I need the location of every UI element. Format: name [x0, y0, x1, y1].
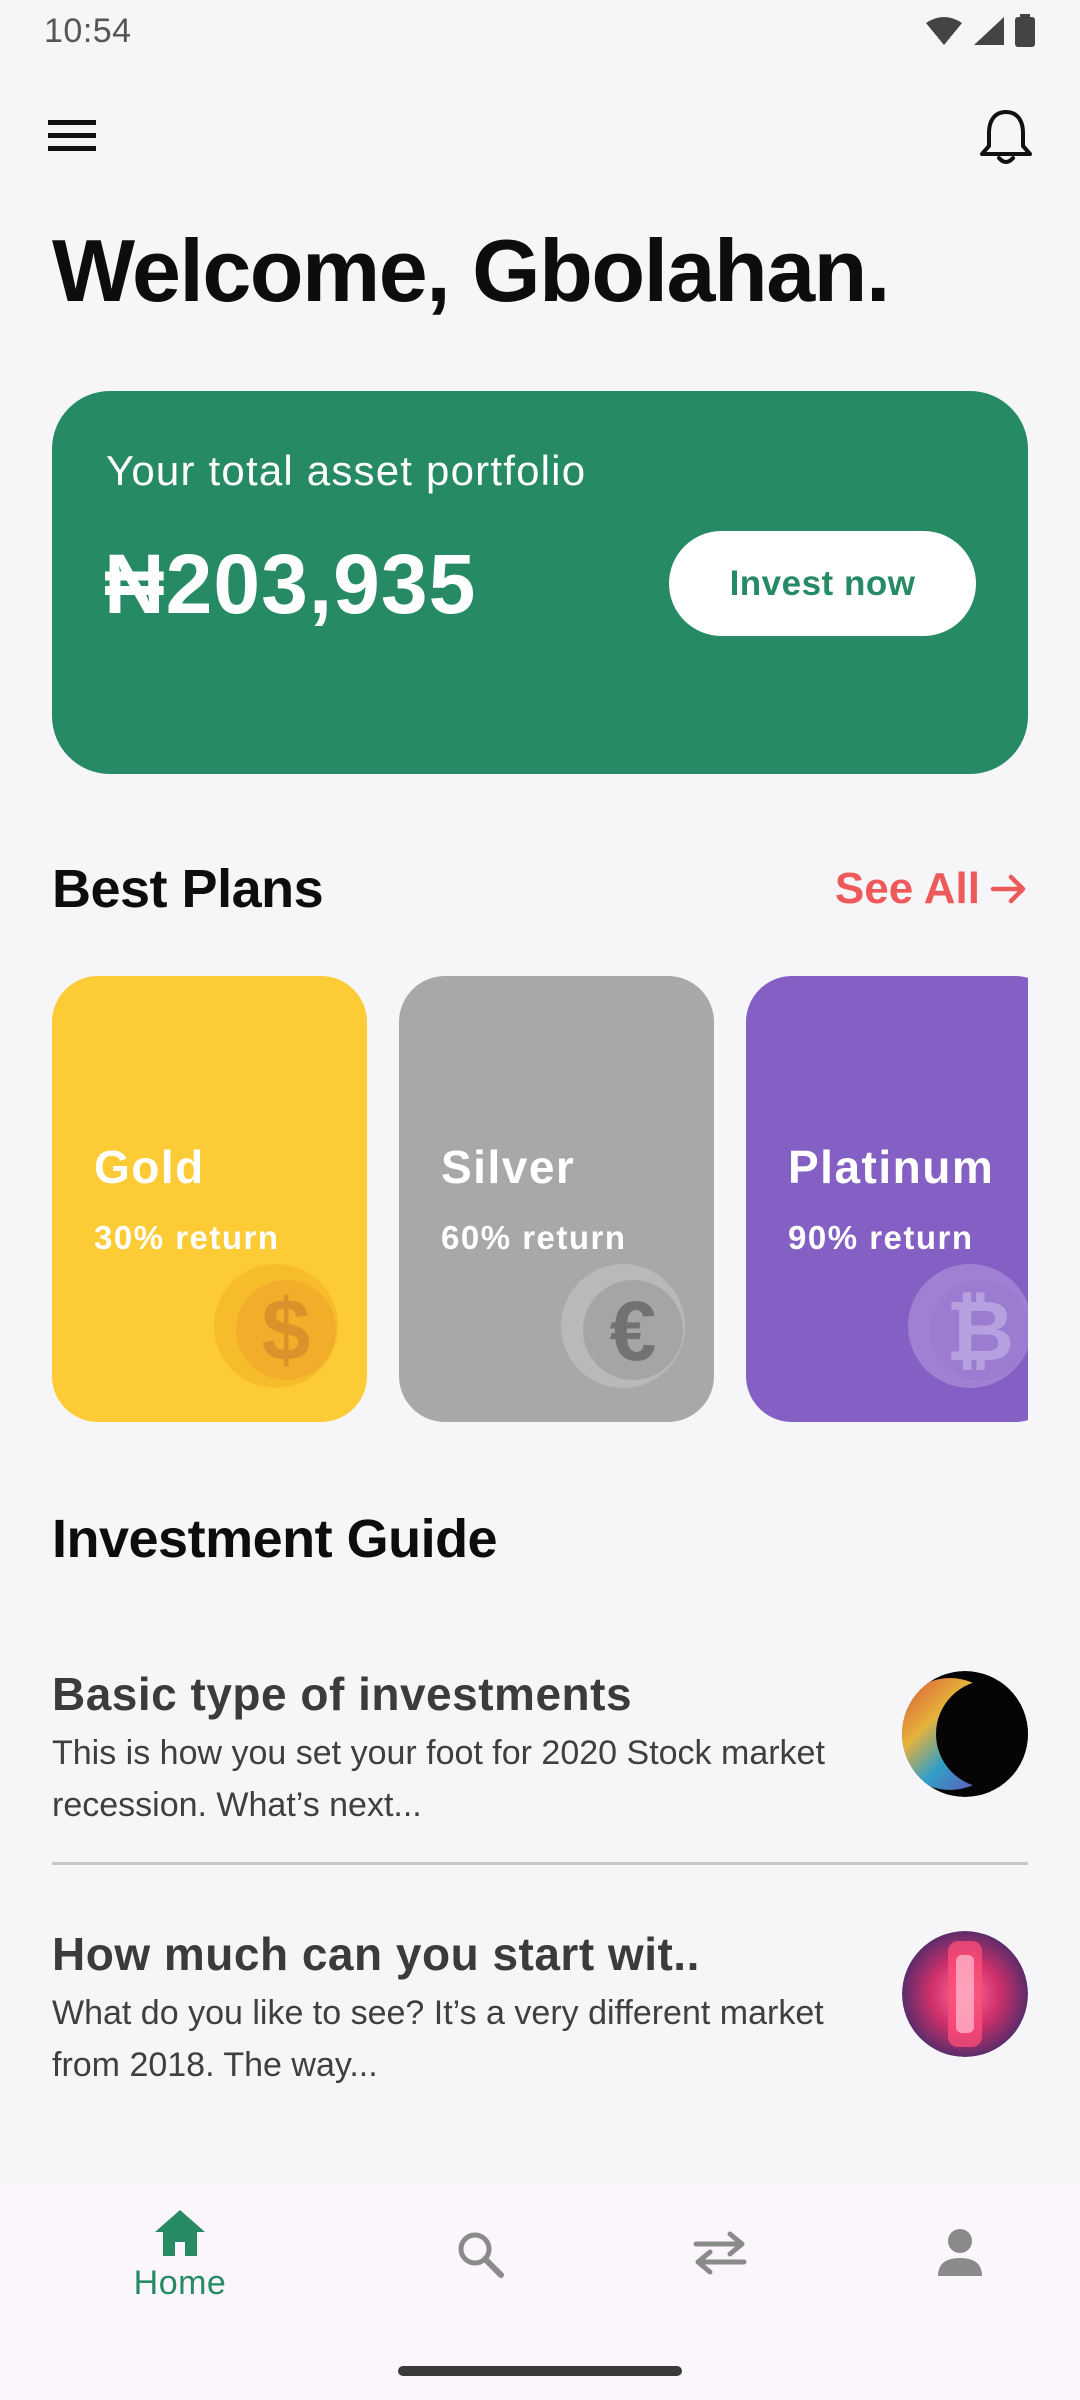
- bell-icon: [980, 110, 1032, 164]
- svg-text:€: €: [610, 1284, 657, 1378]
- welcome-title: Welcome, Gbolahan.: [52, 221, 890, 320]
- portfolio-card: Your total asset portfolio ₦203,935 Inve…: [52, 391, 1028, 774]
- signal-icon: [974, 17, 1004, 45]
- guide-divider: [52, 1862, 1028, 1865]
- search-icon: [458, 2232, 504, 2278]
- home-indicator: [398, 2366, 682, 2376]
- nav-home-label: Home: [133, 2264, 227, 2302]
- svg-text:$: $: [262, 1280, 311, 1379]
- bitcoin-coin-icon: ₿: [908, 1264, 1028, 1388]
- guide-thumbnail: [902, 1931, 1028, 2057]
- transfer-icon: [693, 2231, 747, 2275]
- invest-now-button[interactable]: Invest now: [669, 531, 976, 636]
- plans-carousel[interactable]: Gold 30% return $ Silver 60% return € Pl…: [52, 976, 1028, 1422]
- plan-card-platinum[interactable]: Platinum 90% return ₿: [746, 976, 1028, 1422]
- best-plans-title: Best Plans: [52, 859, 324, 919]
- status-bar: 10:54: [0, 0, 1080, 62]
- plan-card-silver[interactable]: Silver 60% return €: [399, 976, 714, 1422]
- investment-guide-title: Investment Guide: [52, 1509, 498, 1569]
- svg-text:₿: ₿: [946, 1284, 1014, 1378]
- guide-item-title: How much can you start wit..: [52, 1928, 700, 1980]
- status-time: 10:54: [44, 11, 132, 50]
- home-icon: [155, 2210, 205, 2256]
- nav-transactions[interactable]: [620, 2208, 820, 2328]
- menu-button[interactable]: [48, 116, 98, 156]
- guide-thumbnail: [902, 1671, 1028, 1797]
- guide-item[interactable]: How much can you start wit.. What do you…: [52, 1927, 1028, 2127]
- plan-name: Silver: [441, 1141, 576, 1193]
- status-icons: [924, 14, 1036, 48]
- portfolio-amount: ₦203,935: [104, 537, 477, 631]
- guide-item-description: What do you like to see? It’s a very dif…: [52, 1994, 824, 2084]
- portfolio-label: Your total asset portfolio: [106, 447, 587, 494]
- dollar-coin-icon: $: [214, 1264, 338, 1388]
- arrow-right-icon: [990, 874, 1026, 904]
- euro-coin-icon: €: [561, 1264, 685, 1388]
- plan-name: Platinum: [788, 1141, 995, 1193]
- plan-card-gold[interactable]: Gold 30% return $: [52, 976, 367, 1422]
- profile-icon: [938, 2229, 982, 2276]
- see-all-link[interactable]: See All: [835, 864, 1028, 914]
- nav-profile[interactable]: [860, 2208, 1060, 2328]
- battery-icon: [1015, 14, 1035, 47]
- nav-search[interactable]: [380, 2208, 580, 2328]
- hamburger-menu-icon: [48, 120, 96, 151]
- guide-item-title: Basic type of investments: [52, 1668, 633, 1720]
- see-all-label: See All: [834, 864, 980, 913]
- guide-item-description: This is how you set your foot for 2020 S…: [52, 1734, 825, 1824]
- plan-name: Gold: [94, 1141, 205, 1193]
- guide-item[interactable]: Basic type of investments This is how yo…: [52, 1667, 1028, 1867]
- wifi-icon: [926, 17, 962, 45]
- nav-home[interactable]: Home: [80, 2208, 280, 2328]
- notifications-button[interactable]: [976, 106, 1036, 168]
